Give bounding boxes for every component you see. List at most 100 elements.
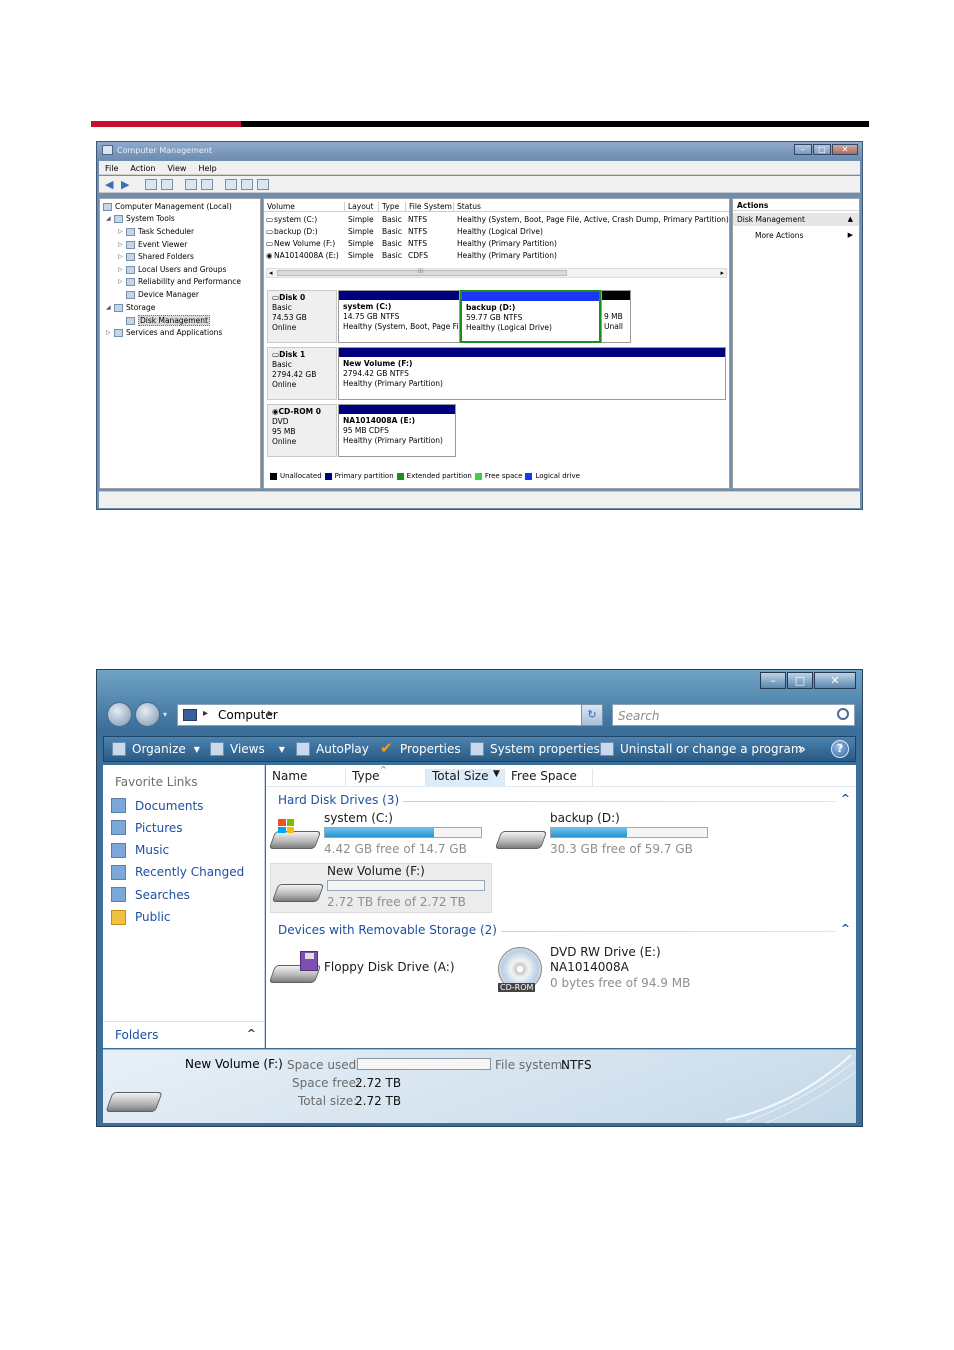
collapse-up-icon[interactable]: ▲	[848, 215, 853, 223]
close-button[interactable]: ✕	[832, 144, 858, 155]
drive-c[interactable]: system (C:) 4.42 GB free of 14.7 GB	[268, 811, 490, 861]
volume-row[interactable]: ▭ New Volume (F:) Simple Basic NTFS Healthy (…	[264, 238, 729, 249]
col-layout[interactable]: Layout	[344, 202, 378, 212]
favorite-link-documents[interactable]: Documents	[111, 798, 203, 813]
tree-item-disk-management[interactable]: Disk Management	[126, 315, 210, 326]
properties-button[interactable]: ✔ Properties	[380, 741, 461, 757]
tree-item-services[interactable]: ▷ Services and Applications	[106, 328, 222, 337]
minimize-button[interactable]: –	[760, 672, 786, 689]
cm-titlebar[interactable]: Computer Management – □ ✕	[97, 142, 862, 159]
col-volume[interactable]: Volume	[264, 202, 344, 212]
col-free-space[interactable]: Free Space	[505, 769, 593, 787]
forward-button[interactable]	[135, 702, 160, 727]
menu-view[interactable]: View	[161, 161, 192, 174]
more-actions[interactable]: More Actions ▶	[733, 229, 859, 241]
close-button[interactable]: ✕	[814, 672, 856, 689]
favorite-link-pictures[interactable]: Pictures	[111, 820, 183, 836]
cdrom-0-label[interactable]: ◉CD-ROM 0 DVD 95 MB Online	[267, 404, 337, 457]
expand-icon[interactable]: ▷	[118, 228, 126, 235]
collapse-group-icon[interactable]: ^	[841, 922, 850, 935]
col-total-size[interactable]: Total Size	[426, 769, 490, 787]
column-dropdown-icon[interactable]: ▼	[490, 769, 505, 787]
favorite-link-searches[interactable]: Searches	[111, 887, 190, 903]
group-hard-disk-drives[interactable]: Hard Disk Drives (3) ^	[266, 792, 856, 810]
favorite-link-public[interactable]: Public	[111, 909, 171, 925]
tree-item-shared-folders[interactable]: ▷ Shared Folders	[118, 252, 194, 261]
collapse-icon[interactable]: ◢	[106, 215, 114, 222]
horizontal-scrollbar[interactable]: ◂ III ▸	[266, 268, 727, 278]
scroll-left-icon[interactable]: ◂	[269, 269, 273, 277]
drive-e[interactable]: CD-ROM DVD RW Drive (E:) NA1014008A 0 by…	[494, 945, 724, 995]
col-name[interactable]: Name	[266, 769, 346, 787]
organize-button[interactable]: Organize ▼	[112, 742, 200, 756]
back-icon[interactable]: ◀	[105, 179, 117, 190]
tree-item-event-viewer[interactable]: ▷ Event Viewer	[118, 240, 187, 249]
drive-f[interactable]: New Volume (F:) 2.72 TB free of 2.72 TB	[270, 863, 492, 913]
collapse-group-icon[interactable]: ^	[841, 792, 850, 805]
col-type[interactable]: Type ^	[346, 765, 426, 787]
collapse-icon[interactable]: ◢	[106, 304, 114, 311]
folders-toggle[interactable]: Folders ^	[103, 1021, 264, 1047]
system-properties-button[interactable]: System properties	[470, 742, 600, 756]
partition-unallocated[interactable]: 9 MB Unall	[601, 290, 631, 343]
expand-icon[interactable]: ▷	[118, 253, 126, 260]
expand-icon[interactable]: ▷	[106, 329, 114, 336]
refresh-button[interactable]: ↻	[581, 704, 603, 726]
help-icon[interactable]	[185, 178, 197, 190]
refresh-icon[interactable]	[225, 178, 237, 190]
partition-e[interactable]: NA1014008A (E:) 95 MB CDFS Healthy (Primar…	[338, 404, 456, 457]
console-icon[interactable]	[201, 178, 213, 190]
partition-f[interactable]: New Volume (F:) 2794.42 GB NTFS Healthy (P…	[338, 347, 726, 400]
views-button[interactable]: Views ▼	[210, 742, 285, 756]
show-hide-tree-icon[interactable]	[161, 178, 173, 190]
tree-item-device-manager[interactable]: Device Manager	[126, 290, 199, 299]
col-status[interactable]: Status	[453, 202, 729, 212]
up-folder-icon[interactable]	[145, 178, 157, 190]
uninstall-program-button[interactable]: Uninstall or change a program	[600, 742, 803, 756]
disk-0-label[interactable]: ▭Disk 0 Basic 74.53 GB Online	[267, 290, 337, 343]
volume-row[interactable]: ▭ system (C:) Simple Basic NTFS Healthy (Syst…	[264, 214, 729, 225]
partition-d[interactable]: backup (D:) 59.77 GB NTFS Healthy (Logical…	[460, 290, 601, 343]
expand-icon[interactable]: ▷	[118, 278, 126, 285]
tree-item-local-users[interactable]: ▷ Local Users and Groups	[118, 265, 226, 274]
properties-icon[interactable]	[241, 178, 253, 190]
tree-item-task-scheduler[interactable]: ▷ Task Scheduler	[118, 227, 194, 236]
favorite-link-recently-changed[interactable]: Recently Changed	[111, 864, 244, 880]
disk-1-label[interactable]: ▭Disk 1 Basic 2794.42 GB Online	[267, 347, 337, 400]
col-type[interactable]: Type	[378, 202, 405, 212]
maximize-button[interactable]: □	[787, 672, 813, 689]
tree-item-computer-management[interactable]: Computer Management (Local)	[103, 202, 232, 211]
volume-row[interactable]: ◉ NA1014008A (E:) Simple Basic CDFS Healthy (…	[264, 250, 729, 261]
actions-disk-management[interactable]: Disk Management ▲	[733, 213, 859, 226]
menu-file[interactable]: File	[99, 161, 124, 174]
expand-icon[interactable]: ▷	[118, 266, 126, 273]
breadcrumb-separator-icon[interactable]: ▸	[203, 708, 208, 719]
col-filesystem[interactable]: File System	[405, 202, 453, 212]
export-icon[interactable]	[257, 178, 269, 190]
breadcrumb-separator-icon[interactable]: ▸	[268, 708, 273, 719]
search-input[interactable]: Search	[612, 704, 855, 726]
drive-a[interactable]: Floppy Disk Drive (A:)	[268, 945, 490, 995]
search-icon[interactable]	[837, 708, 849, 720]
scroll-right-icon[interactable]: ▸	[720, 269, 724, 277]
partition-c[interactable]: system (C:) 14.75 GB NTFS Healthy (System,…	[338, 290, 460, 343]
forward-icon[interactable]: ▶	[121, 179, 133, 190]
autoplay-button[interactable]: AutoPlay	[296, 742, 369, 756]
drive-d[interactable]: backup (D:) 30.3 GB free of 59.7 GB	[494, 811, 716, 861]
menu-help[interactable]: Help	[192, 161, 222, 174]
menu-action[interactable]: Action	[124, 161, 161, 174]
group-removable-storage[interactable]: Devices with Removable Storage (2) ^	[266, 922, 856, 940]
tree-item-system-tools[interactable]: ◢ System Tools	[106, 214, 175, 223]
maximize-button[interactable]: □	[813, 144, 831, 155]
minimize-button[interactable]: –	[794, 144, 812, 155]
scroll-thumb[interactable]: III	[277, 268, 567, 276]
favorite-link-music[interactable]: Music	[111, 842, 169, 858]
address-bar[interactable]: ▸ Computer ▸ ▼	[177, 704, 603, 726]
more-commands-button[interactable]: »	[798, 742, 806, 756]
tree-item-storage[interactable]: ◢ Storage	[106, 303, 155, 312]
recent-pages-dropdown[interactable]: ▾	[163, 710, 167, 719]
volume-row[interactable]: ▭ backup (D:) Simple Basic NTFS Healthy (Logi…	[264, 226, 729, 237]
chevron-up-icon[interactable]: ^	[247, 1027, 256, 1040]
expand-icon[interactable]: ▷	[118, 241, 126, 248]
tree-item-reliability[interactable]: ▷ Reliability and Performance	[118, 277, 241, 286]
